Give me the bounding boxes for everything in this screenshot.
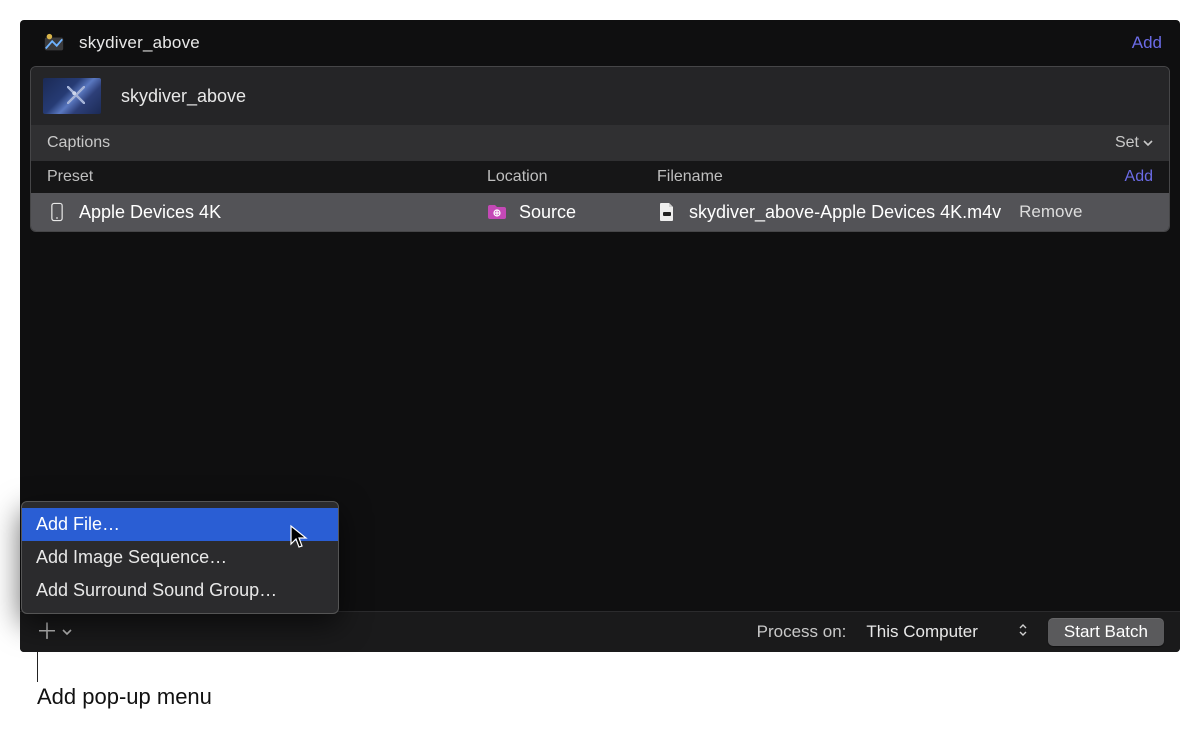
process-on-label: Process on: [757,622,847,642]
plus-icon: ＋ [36,621,58,643]
column-headers: Preset Location Filename Add [31,161,1169,193]
menu-item-add-surround-sound-group[interactable]: Add Surround Sound Group… [22,574,338,607]
job-card: skydiver_above Captions Set Preset Locat… [30,66,1170,232]
add-popup-menu[interactable]: Add File… Add Image Sequence… Add Surrou… [21,501,339,614]
start-batch-button[interactable]: Start Batch [1048,618,1164,646]
captions-row: Captions Set [31,125,1169,161]
col-filename: Filename [657,168,1125,186]
device-icon [47,202,67,222]
add-popup-button[interactable]: ＋ [36,621,72,643]
menu-item-add-image-sequence[interactable]: Add Image Sequence… [22,541,338,574]
process-on-value: This Computer [866,622,977,642]
callout-line [37,652,38,682]
batch-title: skydiver_above [79,33,200,53]
location-name: Source [519,202,576,223]
col-preset: Preset [47,168,487,186]
bottom-bar: ＋ Process on: This Computer Start Batch [20,611,1180,652]
job-name: skydiver_above [121,86,246,107]
title-bar: skydiver_above Add [20,20,1180,66]
menu-item-add-file[interactable]: Add File… [22,508,338,541]
folder-icon [487,204,507,220]
file-icon [657,202,677,222]
callout-label: Add pop-up menu [37,684,212,710]
updown-icon [1018,622,1028,643]
captions-set-dropdown[interactable]: Set [1115,134,1153,152]
output-filename: skydiver_above-Apple Devices 4K.m4v [689,202,1001,223]
preset-name: Apple Devices 4K [79,202,221,223]
output-row[interactable]: Apple Devices 4K Source skydiver_above-A… [31,193,1169,231]
add-job-link[interactable]: Add [1132,33,1162,53]
app-icon [43,32,65,54]
add-output-link[interactable]: Add [1125,168,1153,186]
chevron-down-icon [1143,138,1153,148]
col-location: Location [487,168,657,186]
captions-set-label: Set [1115,134,1139,152]
process-on-select[interactable]: This Computer [860,620,1033,645]
chevron-down-icon [62,627,72,637]
job-thumbnail [43,78,101,114]
job-header[interactable]: skydiver_above [31,67,1169,125]
captions-label: Captions [47,134,110,152]
remove-output-button[interactable]: Remove [1019,202,1082,222]
